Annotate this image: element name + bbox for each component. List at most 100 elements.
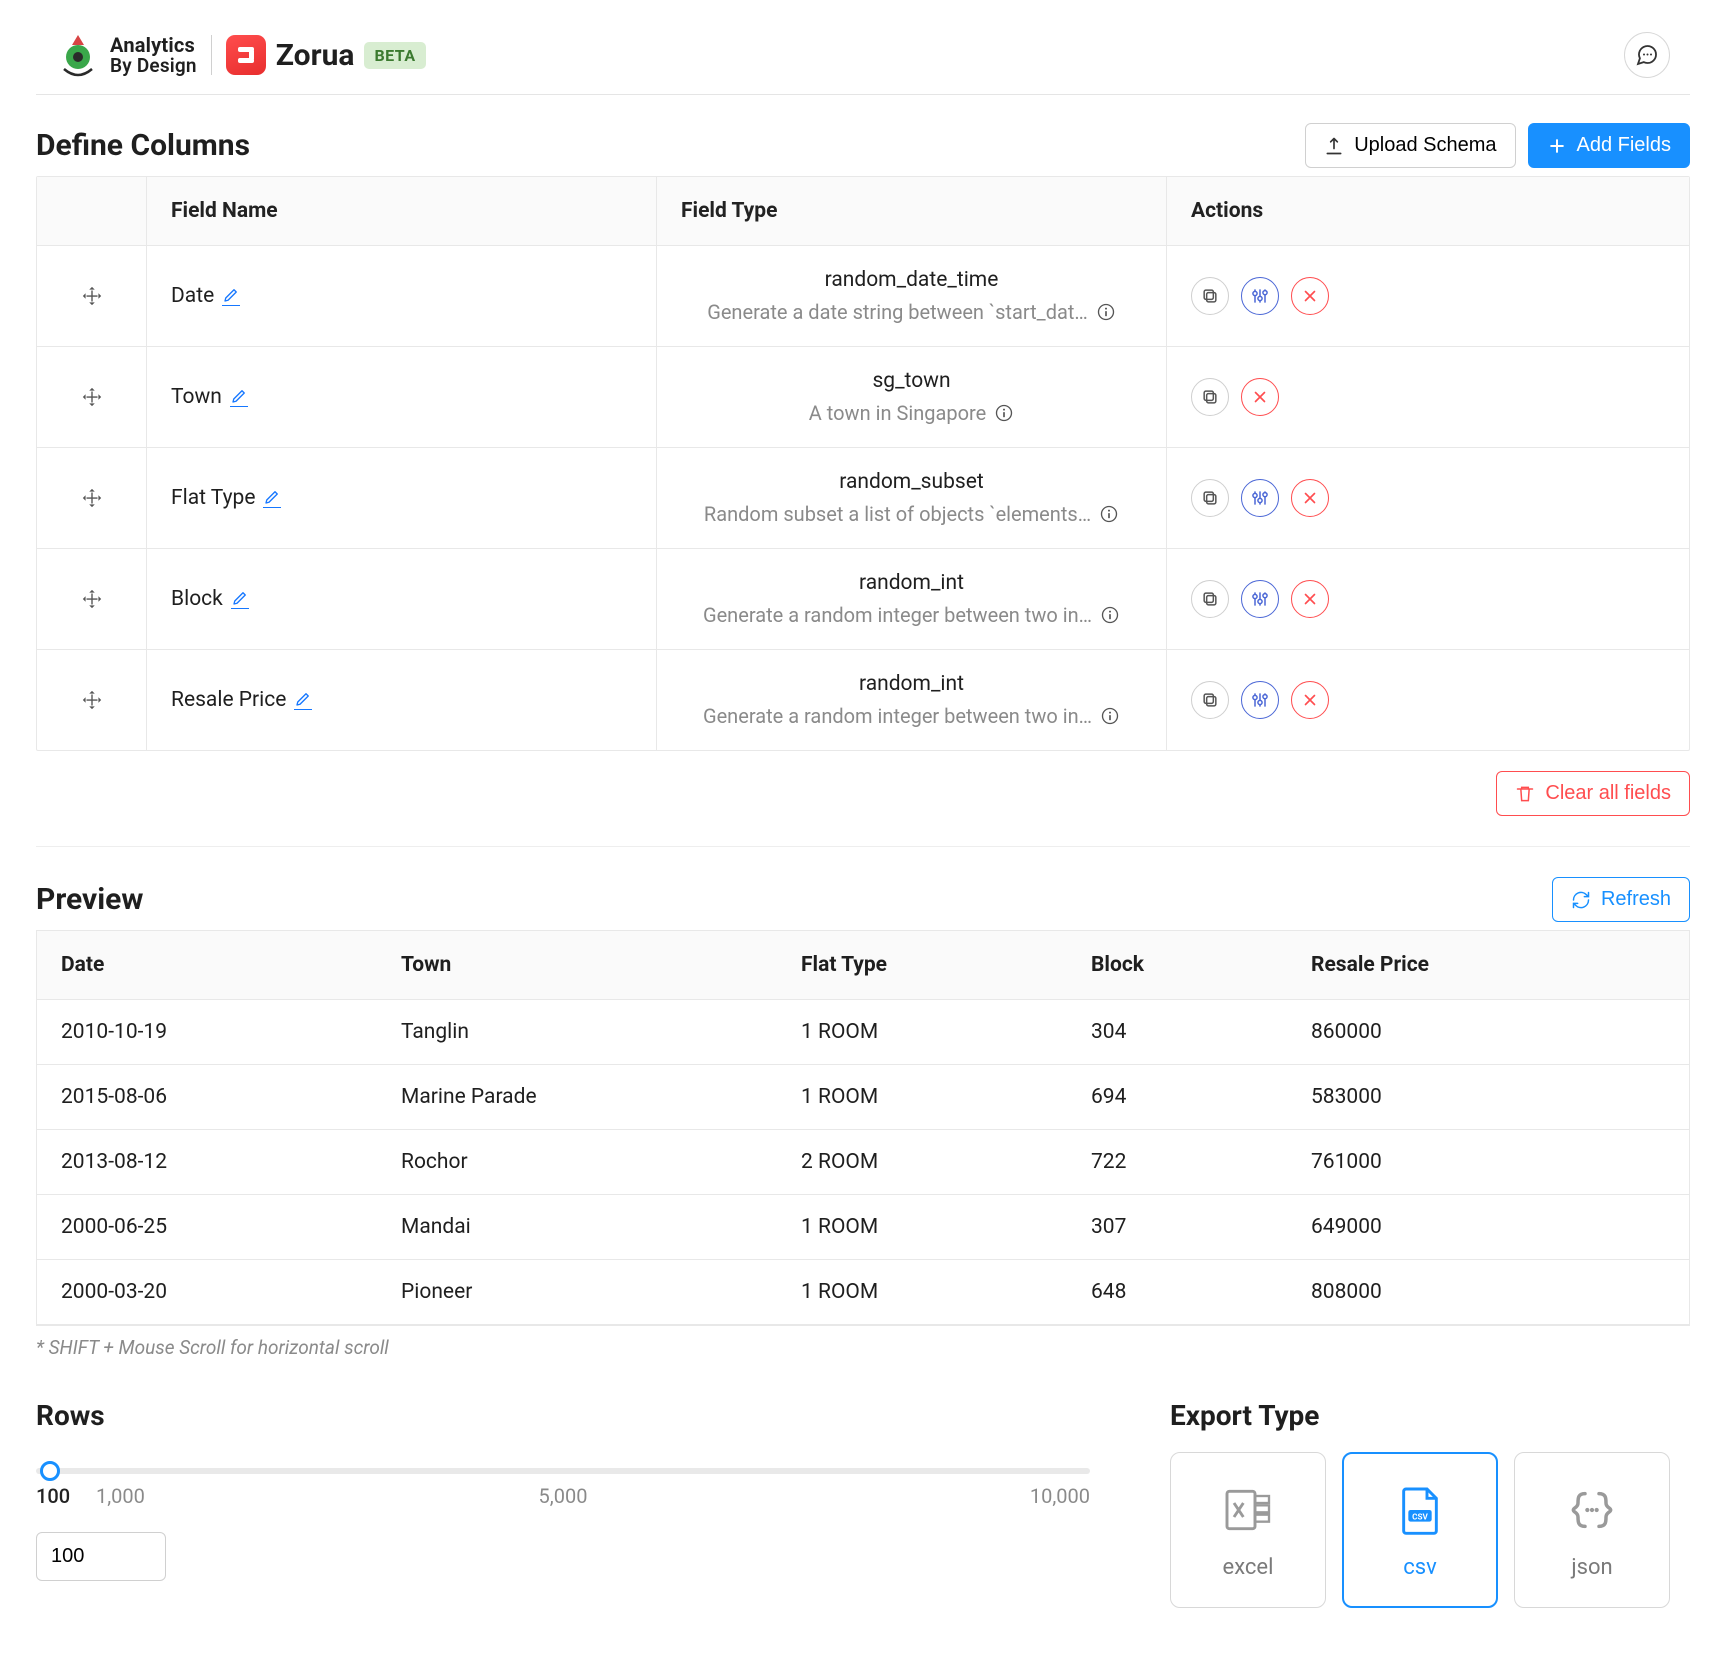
field-name-cell: Date	[147, 246, 657, 346]
field-type-name: random_subset	[839, 470, 984, 494]
preview-row: 2000-03-20Pioneer1 ROOM648808000	[37, 1260, 1689, 1325]
preview-cell: 808000	[1287, 1260, 1689, 1325]
beta-badge: BETA	[364, 42, 425, 69]
field-name: Block	[171, 587, 223, 611]
drag-handle[interactable]	[37, 448, 147, 548]
slider-mark-1000: 1,000	[96, 1484, 145, 1508]
columns-row: Resale Pricerandom_intGenerate a random …	[37, 650, 1689, 750]
duplicate-button[interactable]	[1191, 580, 1229, 618]
configure-button[interactable]	[1241, 681, 1279, 719]
preview-col-header: Resale Price	[1287, 931, 1689, 1000]
info-icon[interactable]	[1099, 504, 1119, 524]
preview-title: Preview	[36, 882, 143, 917]
preview-col-header: Block	[1067, 931, 1287, 1000]
info-icon[interactable]	[994, 403, 1014, 423]
col-head-drag	[37, 177, 147, 245]
delete-button[interactable]	[1291, 479, 1329, 517]
field-type-desc: Generate a random integer between two in…	[703, 704, 1092, 728]
preview-cell: 1 ROOM	[777, 1000, 1067, 1065]
drag-handle[interactable]	[37, 650, 147, 750]
preview-row: 2013-08-12Rochor2 ROOM722761000	[37, 1130, 1689, 1195]
edit-icon[interactable]	[263, 488, 281, 508]
col-head-actions: Actions	[1167, 177, 1689, 245]
preview-cell: 2000-03-20	[37, 1260, 377, 1325]
preview-cell: 722	[1067, 1130, 1287, 1195]
rows-title: Rows	[36, 1399, 1090, 1432]
info-icon[interactable]	[1100, 605, 1120, 625]
delete-button[interactable]	[1291, 580, 1329, 618]
preview-col-header: Date	[37, 931, 377, 1000]
duplicate-button[interactable]	[1191, 378, 1229, 416]
edit-icon[interactable]	[231, 589, 249, 609]
actions-cell	[1167, 549, 1689, 649]
drag-handle[interactable]	[37, 549, 147, 649]
configure-button[interactable]	[1241, 580, 1279, 618]
header-brands: Analytics By Design Zorua BETA	[56, 33, 426, 77]
preview-cell: Tanglin	[377, 1000, 777, 1065]
clear-all-fields-button[interactable]: Clear all fields	[1496, 771, 1690, 816]
drag-handle[interactable]	[37, 347, 147, 447]
slider-mark-mid: 5,000	[539, 1484, 588, 1508]
define-columns-title: Define Columns	[36, 128, 250, 163]
preview-cell: 648	[1067, 1260, 1287, 1325]
upload-schema-button[interactable]: Upload Schema	[1305, 123, 1515, 168]
edit-icon[interactable]	[230, 387, 248, 407]
delete-button[interactable]	[1291, 681, 1329, 719]
info-icon[interactable]	[1100, 706, 1120, 726]
preview-cell: Mandai	[377, 1195, 777, 1260]
edit-icon[interactable]	[222, 286, 240, 306]
duplicate-button[interactable]	[1191, 277, 1229, 315]
preview-cell: 860000	[1287, 1000, 1689, 1065]
edit-icon[interactable]	[294, 690, 312, 710]
field-name: Town	[171, 385, 222, 409]
field-type-cell: sg_townA town in Singapore	[657, 347, 1167, 447]
plus-icon	[1547, 136, 1567, 156]
field-type-name: random_date_time	[825, 268, 999, 292]
zorua-logo-icon	[226, 35, 266, 75]
excel-icon	[1219, 1481, 1277, 1539]
delete-button[interactable]	[1241, 378, 1279, 416]
refresh-icon	[1571, 890, 1591, 910]
preview-cell: 761000	[1287, 1130, 1689, 1195]
duplicate-button[interactable]	[1191, 681, 1229, 719]
configure-button[interactable]	[1241, 479, 1279, 517]
delete-button[interactable]	[1291, 277, 1329, 315]
field-name: Flat Type	[171, 486, 255, 510]
configure-button[interactable]	[1241, 277, 1279, 315]
actions-cell	[1167, 347, 1689, 447]
analytics-by-design-logo[interactable]: Analytics By Design	[56, 33, 197, 77]
preview-row: 2015-08-06Marine Parade1 ROOM694583000	[37, 1065, 1689, 1130]
preview-col-header: Town	[377, 931, 777, 1000]
export-label: csv	[1403, 1555, 1437, 1580]
field-name-cell: Block	[147, 549, 657, 649]
preview-cell: 2010-10-19	[37, 1000, 377, 1065]
field-name: Date	[171, 284, 214, 308]
duplicate-button[interactable]	[1191, 479, 1229, 517]
preview-cell: 1 ROOM	[777, 1260, 1067, 1325]
preview-cell: 2015-08-06	[37, 1065, 377, 1130]
preview-cell: 1 ROOM	[777, 1065, 1067, 1130]
preview-cell: 307	[1067, 1195, 1287, 1260]
slider-thumb[interactable]	[40, 1461, 60, 1481]
export-option-excel[interactable]: excel	[1170, 1452, 1326, 1608]
chat-button[interactable]	[1624, 32, 1670, 78]
columns-row: Town sg_townA town in Singapore	[37, 347, 1689, 448]
preview-cell: 1 ROOM	[777, 1195, 1067, 1260]
field-type-name: sg_town	[872, 369, 950, 393]
export-label: excel	[1223, 1555, 1274, 1580]
add-fields-button[interactable]: Add Fields	[1528, 123, 1691, 168]
preview-cell: 304	[1067, 1000, 1287, 1065]
field-type-desc: Generate a random integer between two in…	[703, 603, 1092, 627]
field-type-desc: Generate a date string between `start_da…	[707, 300, 1088, 324]
drag-handle[interactable]	[37, 246, 147, 346]
rows-slider[interactable]: 100 1,000 5,000 10,000	[36, 1452, 1090, 1508]
export-option-json[interactable]: json	[1514, 1452, 1670, 1608]
info-icon[interactable]	[1096, 302, 1116, 322]
field-type-name: random_int	[859, 672, 964, 696]
upload-icon	[1324, 136, 1344, 156]
refresh-button[interactable]: Refresh	[1552, 877, 1690, 922]
zorua-logo[interactable]: Zorua BETA	[226, 35, 426, 75]
trash-icon	[1515, 784, 1535, 804]
export-option-csv[interactable]: CSVcsv	[1342, 1452, 1498, 1608]
slider-mark-min: 100	[36, 1484, 70, 1508]
